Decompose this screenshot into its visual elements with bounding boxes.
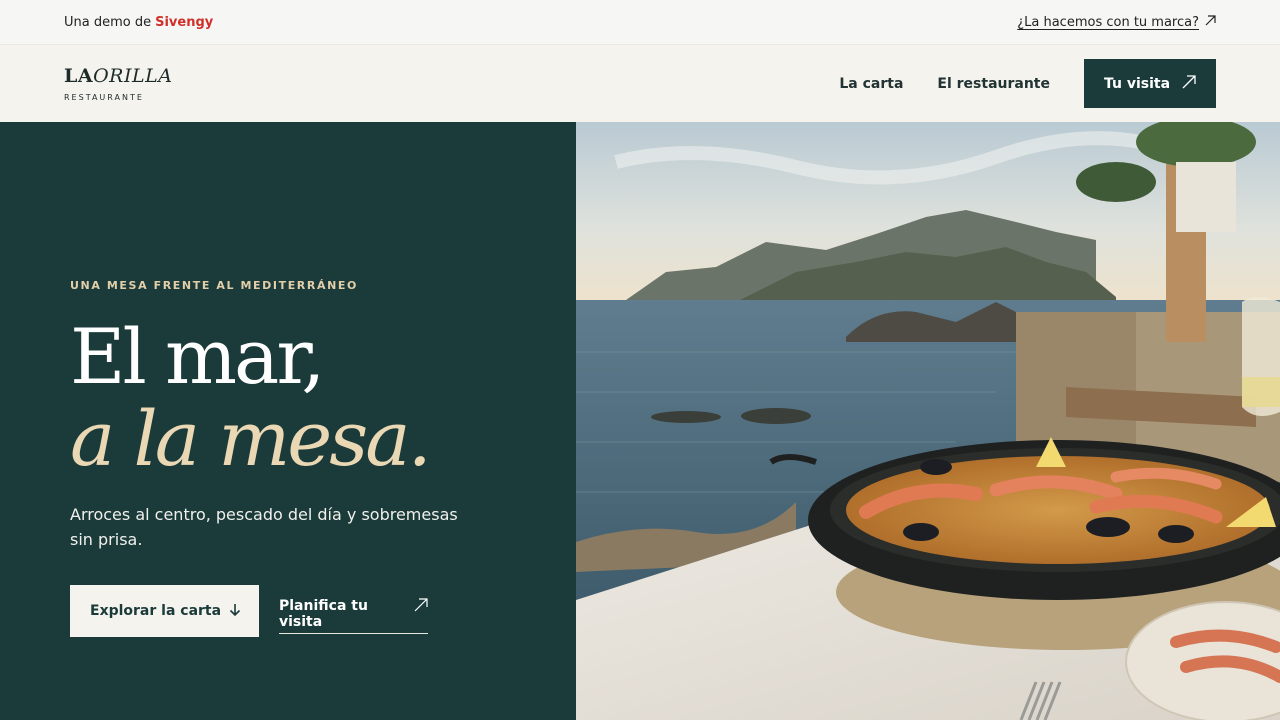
logo-wordmark: LAORILLA — [64, 65, 173, 87]
arrow-up-right-icon — [1182, 74, 1196, 93]
demo-brand-link[interactable]: Sivengy — [155, 15, 213, 30]
tu-visita-button[interactable]: Tu visita — [1084, 59, 1216, 108]
explorar-carta-label: Explorar la carta — [90, 603, 222, 619]
planifica-visita-label: Planifica tu visita — [279, 598, 368, 630]
hero-title-line1: El mar, — [70, 312, 325, 401]
site-header: LAORILLA RESTAURANTE La carta El restaur… — [0, 45, 1280, 122]
demo-bar: Una demo de Sivengy ¿La hacemos con tu ma… — [0, 0, 1280, 45]
arrow-down-icon — [229, 603, 241, 620]
demo-label: Una demo de Sivengy — [64, 15, 213, 30]
nav-el-restaurante[interactable]: El restaurante — [937, 76, 1050, 92]
explorar-carta-button[interactable]: Explorar la carta — [70, 585, 259, 637]
tu-visita-label: Tu visita — [1104, 75, 1171, 92]
demo-prefix: Una demo de — [64, 14, 152, 30]
demo-cta-link[interactable]: ¿La hacemos con tu marca? — [1017, 15, 1216, 30]
demo-cta-label: ¿La hacemos con tu marca? — [1017, 14, 1199, 30]
hero-subtitle: Arroces al centro, pescado del día y sob… — [70, 505, 458, 549]
logo[interactable]: LAORILLA RESTAURANTE — [64, 65, 172, 102]
hero-eyebrow: UNA MESA FRENTE AL MEDITERRÁNEO — [70, 279, 358, 292]
nav-la-carta[interactable]: La carta — [839, 76, 903, 92]
hero-image — [576, 122, 1280, 720]
arrow-up-right-icon — [414, 598, 428, 616]
arrow-up-right-icon — [1205, 14, 1216, 30]
hero-title-line2: a la mesa. — [70, 394, 432, 483]
hero-panel: UNA MESA FRENTE AL MEDITERRÁNEO El mar, … — [0, 122, 576, 720]
logo-subtitle: RESTAURANTE — [64, 93, 144, 102]
planifica-visita-link[interactable]: Planifica tu visita — [279, 598, 428, 634]
main-nav: La carta El restaurante Tu visita — [839, 59, 1216, 108]
